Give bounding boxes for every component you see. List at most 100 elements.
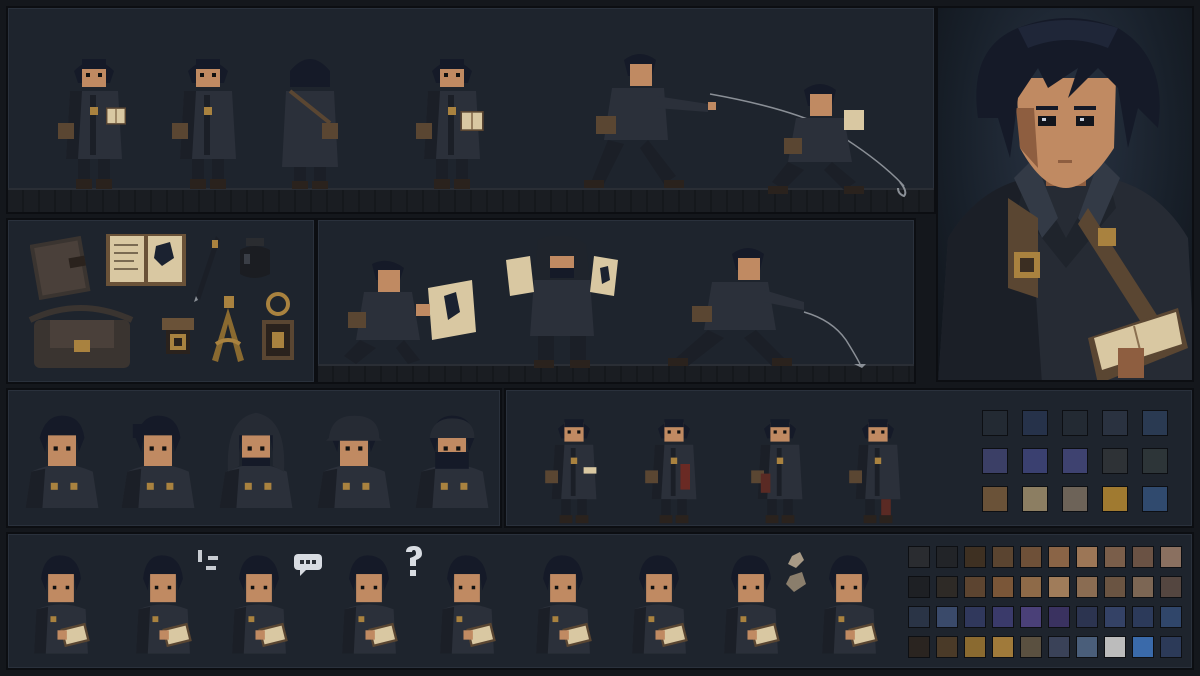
palette-swatch xyxy=(1142,486,1168,512)
palette-swatch xyxy=(1048,636,1070,658)
palette-swatch xyxy=(1076,636,1098,658)
palette-swatch xyxy=(1076,606,1098,628)
palette-swatch xyxy=(964,636,986,658)
palette-swatch xyxy=(1020,576,1042,598)
palette-swatch xyxy=(1020,606,1042,628)
palette-large xyxy=(908,546,1190,662)
quill-icon xyxy=(194,236,220,302)
sprite-back xyxy=(282,59,338,189)
sprite-three-quarter-reading xyxy=(412,34,484,196)
palette-swatch xyxy=(1048,546,1070,568)
palette-swatch xyxy=(908,576,930,598)
journal-icon xyxy=(30,235,91,300)
palette-swatch xyxy=(992,606,1014,628)
brass-buckle-icon xyxy=(162,318,194,354)
panel-emotes xyxy=(6,532,1194,670)
palette-swatch xyxy=(964,546,986,568)
sprite-lasso-throw xyxy=(584,54,716,188)
palette-swatch xyxy=(992,636,1014,658)
palette-swatch xyxy=(982,486,1008,512)
palette-swatch xyxy=(1020,546,1042,568)
puff-cloud-icon xyxy=(786,552,806,592)
palette-swatch xyxy=(1104,546,1126,568)
palette-swatch xyxy=(1048,576,1070,598)
palette-swatch xyxy=(1076,576,1098,598)
palette-swatch xyxy=(982,410,1008,436)
palette-swatch xyxy=(936,546,958,568)
palette-swatch xyxy=(1104,636,1126,658)
emote-calm xyxy=(618,548,700,654)
palette-swatch xyxy=(1020,636,1042,658)
emote-speech xyxy=(218,548,300,654)
compass-tool-icon xyxy=(212,296,244,362)
palette-swatch xyxy=(1142,410,1168,436)
sprite-lunge-hook xyxy=(668,248,804,366)
bust-tousled xyxy=(20,410,104,508)
palette-small xyxy=(982,410,1182,520)
sprite-crouch-pull xyxy=(768,84,864,194)
palette-swatch xyxy=(1104,576,1126,598)
bust-hood xyxy=(214,412,298,508)
palette-swatch xyxy=(1102,410,1128,436)
panel-actions xyxy=(316,218,916,384)
palette-swatch xyxy=(1022,486,1048,512)
palette-swatch xyxy=(1104,606,1126,628)
palette-swatch xyxy=(964,606,986,628)
sprite-bloodied xyxy=(642,400,706,528)
palette-swatch xyxy=(992,546,1014,568)
sprite-crouch-inspect-map xyxy=(344,260,476,364)
satchel-icon xyxy=(28,305,134,368)
sprite-bandaged xyxy=(542,400,597,528)
sprite-torn-coat xyxy=(748,400,812,528)
palette-swatch xyxy=(936,606,958,628)
bust-ponytail xyxy=(116,410,200,508)
palette-swatch xyxy=(1160,636,1182,658)
emote-question xyxy=(328,548,410,654)
emote-frustrated xyxy=(710,548,792,654)
palette-swatch xyxy=(982,448,1008,474)
palette-swatch xyxy=(908,546,930,568)
question-mark-icon xyxy=(406,546,422,576)
palette-swatch xyxy=(936,576,958,598)
palette-swatch xyxy=(1062,410,1088,436)
panel-head-variants xyxy=(6,388,502,528)
palette-swatch xyxy=(1062,448,1088,474)
panel-items xyxy=(6,218,316,384)
palette-swatch xyxy=(992,576,1014,598)
sprite-front-book xyxy=(54,34,126,196)
emote-alert xyxy=(122,548,204,654)
emote-focused xyxy=(522,548,604,654)
palette-swatch xyxy=(1160,576,1182,598)
palette-swatch xyxy=(1160,546,1182,568)
panel-portrait xyxy=(936,6,1194,382)
speech-bubble-icon xyxy=(294,554,322,576)
palette-swatch xyxy=(1022,448,1048,474)
sprite-side-bag xyxy=(168,34,248,196)
brass-lantern-charm-icon xyxy=(262,292,294,360)
palette-swatch xyxy=(1022,410,1048,436)
rope-line xyxy=(803,311,866,368)
sprite-hooded-show-notes xyxy=(506,236,618,368)
palette-swatch xyxy=(964,576,986,598)
palette-swatch xyxy=(1132,546,1154,568)
panel-damage-poses xyxy=(504,388,1194,528)
palette-swatch xyxy=(936,636,958,658)
portrait-character xyxy=(938,18,1192,380)
open-book-icon xyxy=(106,234,186,286)
bust-cap xyxy=(312,415,396,508)
palette-swatch xyxy=(1048,606,1070,628)
palette-swatch xyxy=(1102,448,1128,474)
bust-masked xyxy=(410,410,494,508)
palette-swatch xyxy=(908,636,930,658)
palette-swatch xyxy=(1142,448,1168,474)
emote-surprised xyxy=(808,548,890,654)
sprite-hurt-crouch xyxy=(846,400,910,528)
alert-marks-icon xyxy=(198,550,218,570)
palette-swatch xyxy=(1132,576,1154,598)
palette-swatch xyxy=(1102,486,1128,512)
palette-swatch xyxy=(1132,636,1154,658)
palette-swatch xyxy=(1062,486,1088,512)
panel-walk-poses xyxy=(6,6,936,214)
emote-reading xyxy=(426,548,508,654)
ink-pot-icon xyxy=(240,238,270,278)
